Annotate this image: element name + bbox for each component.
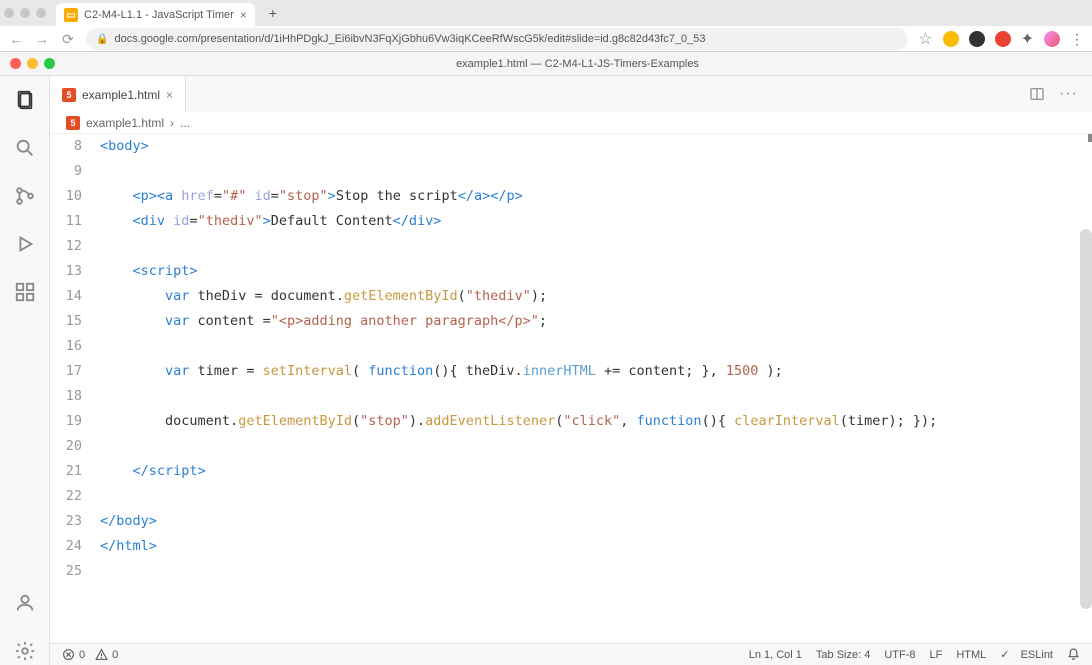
browser-menu-icon[interactable]: ⋮ — [1070, 31, 1084, 48]
source-control-icon[interactable] — [11, 182, 39, 210]
google-slides-icon: ▭ — [64, 8, 78, 22]
split-editor-icon[interactable] — [1029, 86, 1045, 102]
window-close-icon[interactable] — [10, 58, 21, 69]
profile-avatar-icon[interactable] — [1044, 31, 1060, 47]
browser-mac-traffic-lights — [4, 8, 46, 18]
browser-tab-title: C2-M4-L1.1 - JavaScript Timer — [84, 9, 234, 21]
window-title: example1.html — C2-M4-L1-JS-Timers-Examp… — [73, 58, 1082, 70]
html-file-icon: 5 — [66, 116, 80, 130]
extensions-puzzle-icon[interactable]: ✦ — [1021, 29, 1034, 49]
traffic-dot-max[interactable] — [36, 8, 46, 18]
browser-toolbar-right: ☆ ✦ ⋮ — [918, 29, 1084, 49]
traffic-dot-close[interactable] — [4, 8, 14, 18]
browser-addr-row: ← → ⟳ 🔒 docs.google.com/presentation/d/1… — [0, 26, 1092, 52]
eol[interactable]: LF — [930, 649, 943, 661]
close-tab-icon[interactable]: × — [240, 8, 247, 22]
accounts-icon[interactable] — [11, 589, 39, 617]
problems-errors[interactable]: 0 — [62, 648, 85, 661]
line-numbers: 8910111213141516171819202122232425 — [50, 134, 100, 643]
new-tab-button[interactable]: + — [263, 3, 283, 23]
vscode-traffic-lights — [10, 58, 55, 69]
bookmark-star-icon[interactable]: ☆ — [918, 29, 932, 49]
debug-icon[interactable] — [11, 230, 39, 258]
extensions-icon[interactable] — [11, 278, 39, 306]
traffic-dot-min[interactable] — [20, 8, 30, 18]
reload-icon[interactable]: ⟳ — [60, 31, 76, 48]
lock-icon: 🔒 — [96, 34, 108, 45]
search-icon[interactable] — [11, 134, 39, 162]
settings-gear-icon[interactable] — [11, 637, 39, 665]
address-bar[interactable]: 🔒 docs.google.com/presentation/d/1iHhPDg… — [86, 28, 908, 50]
editor-tabs: 5 example1.html × ··· — [50, 76, 1092, 112]
editor-tab-filename: example1.html — [82, 88, 160, 102]
code-editor[interactable]: 8910111213141516171819202122232425 <body… — [50, 134, 1092, 643]
forward-icon[interactable]: → — [34, 31, 50, 47]
chevron-right-icon: › — [170, 116, 174, 130]
editor-tab-active[interactable]: 5 example1.html × — [50, 76, 186, 112]
vscode-titlebar: example1.html — C2-M4-L1-JS-Timers-Examp… — [0, 52, 1092, 76]
back-icon[interactable]: ← — [8, 31, 24, 47]
eslint-status[interactable]: ✓ ESLint — [1000, 648, 1053, 661]
vscode-main: 5 example1.html × ··· 5 example1.html › … — [0, 76, 1092, 665]
activity-bar — [0, 76, 50, 665]
editor-tabs-actions: ··· — [1029, 76, 1092, 112]
language-mode[interactable]: HTML — [956, 649, 986, 661]
breadcrumb[interactable]: 5 example1.html › ... — [50, 112, 1092, 134]
url-text: docs.google.com/presentation/d/1iHhPDgkJ… — [114, 33, 705, 45]
html-file-icon: 5 — [62, 88, 76, 102]
scrollbar-thumb[interactable] — [1080, 229, 1092, 609]
notifications-bell-icon[interactable] — [1067, 648, 1080, 661]
encoding[interactable]: UTF-8 — [884, 649, 915, 661]
explorer-icon[interactable] — [11, 86, 39, 114]
scrollbar[interactable] — [1080, 134, 1092, 643]
cursor-position[interactable]: Ln 1, Col 1 — [749, 649, 802, 661]
editor-area: 5 example1.html × ··· 5 example1.html › … — [50, 76, 1092, 665]
breadcrumb-file: example1.html — [86, 116, 164, 130]
extension-icon-1[interactable] — [943, 31, 959, 47]
problems-warnings[interactable]: 0 — [95, 648, 118, 661]
code-content[interactable]: <body> <p><a href="#" id="stop">Stop the… — [100, 134, 1092, 643]
browser-chrome: ▭ C2-M4-L1.1 - JavaScript Timer × + ← → … — [0, 0, 1092, 52]
more-actions-icon[interactable]: ··· — [1059, 85, 1078, 103]
status-bar: 0 0 Ln 1, Col 1 Tab Size: 4 UTF-8 LF HTM… — [50, 643, 1092, 665]
browser-tabs-row: ▭ C2-M4-L1.1 - JavaScript Timer × + — [0, 0, 1092, 26]
browser-tab[interactable]: ▭ C2-M4-L1.1 - JavaScript Timer × — [56, 3, 255, 27]
extension-icon-2[interactable] — [969, 31, 985, 47]
breadcrumb-rest: ... — [180, 116, 190, 130]
close-tab-icon[interactable]: × — [166, 88, 173, 102]
extension-icon-3[interactable] — [995, 31, 1011, 47]
window-minimize-icon[interactable] — [27, 58, 38, 69]
window-maximize-icon[interactable] — [44, 58, 55, 69]
tab-size[interactable]: Tab Size: 4 — [816, 649, 870, 661]
